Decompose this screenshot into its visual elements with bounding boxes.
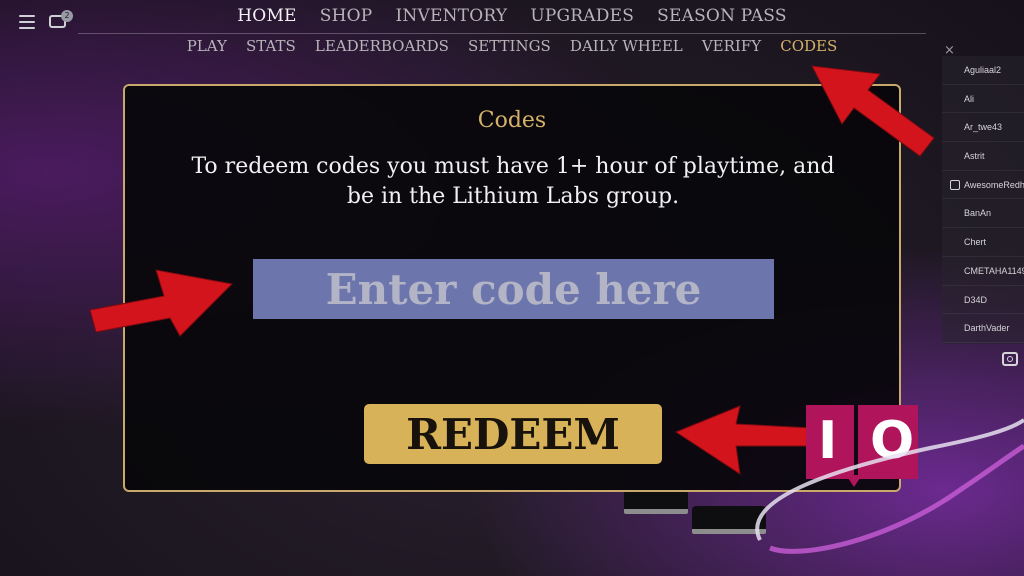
premium-icon: [950, 179, 960, 190]
panel-title: Codes: [477, 108, 547, 133]
player-entry[interactable]: Chert: [942, 228, 1024, 257]
player-entry[interactable]: DarthVader: [942, 314, 1024, 343]
logo-letter-o: O: [870, 411, 915, 471]
redeem-instructions: To redeem codes you must have 1+ hour of…: [165, 152, 861, 212]
nav-season-pass[interactable]: SEASON PASS: [657, 6, 787, 26]
brand-logo: I O: [806, 405, 918, 487]
player-entry[interactable]: CMETAHA1149: [942, 257, 1024, 286]
subnav-settings[interactable]: SETTINGS: [468, 37, 551, 55]
player-entry[interactable]: Ali: [942, 85, 1024, 114]
player-entry[interactable]: AwesomeRedhe: [942, 171, 1024, 200]
screenshot-icon[interactable]: [1002, 352, 1018, 366]
instructions-line-2: be in the Lithium Labs group.: [346, 184, 680, 209]
player-list: Aguliaal2 Ali Ar_twe43 Astrit AwesomeRed…: [942, 56, 1024, 344]
codes-panel: Codes To redeem codes you must have 1+ h…: [123, 84, 901, 492]
code-input[interactable]: [253, 259, 774, 319]
redeem-button[interactable]: REDEEM: [364, 404, 662, 464]
subnav-play[interactable]: PLAY: [187, 37, 227, 55]
character-shoe: [624, 490, 688, 514]
character-shoe: [692, 506, 766, 534]
nav-home[interactable]: HOME: [237, 6, 296, 26]
logo-letter-i: I: [818, 411, 838, 471]
nav-shop[interactable]: SHOP: [320, 6, 373, 26]
instructions-line-1: To redeem codes you must have 1+ hour of…: [191, 154, 835, 179]
player-name: AwesomeRedhe: [964, 179, 1024, 190]
main-nav: HOME SHOP INVENTORY UPGRADES SEASON PASS: [0, 6, 1024, 30]
player-entry[interactable]: Aguliaal2: [942, 56, 1024, 85]
subnav-daily-wheel[interactable]: DAILY WHEEL: [570, 37, 683, 55]
nav-upgrades[interactable]: UPGRADES: [530, 6, 634, 26]
player-entry[interactable]: BanAn: [942, 199, 1024, 229]
player-entry[interactable]: Ar_twe43: [942, 113, 1024, 143]
nav-divider: [78, 33, 926, 34]
subnav-leaderboards[interactable]: LEADERBOARDS: [315, 37, 449, 55]
player-entry[interactable]: Astrit: [942, 142, 1024, 171]
subnav-codes[interactable]: CODES: [780, 37, 837, 55]
subnav-stats[interactable]: STATS: [246, 37, 296, 55]
subnav-verify[interactable]: VERIFY: [702, 37, 761, 55]
sub-nav: PLAY STATS LEADERBOARDS SETTINGS DAILY W…: [0, 36, 1024, 55]
nav-inventory[interactable]: INVENTORY: [396, 6, 508, 26]
top-navigation: 2 HOME SHOP INVENTORY UPGRADES SEASON PA…: [0, 0, 1024, 62]
player-entry[interactable]: D34D: [942, 286, 1024, 315]
